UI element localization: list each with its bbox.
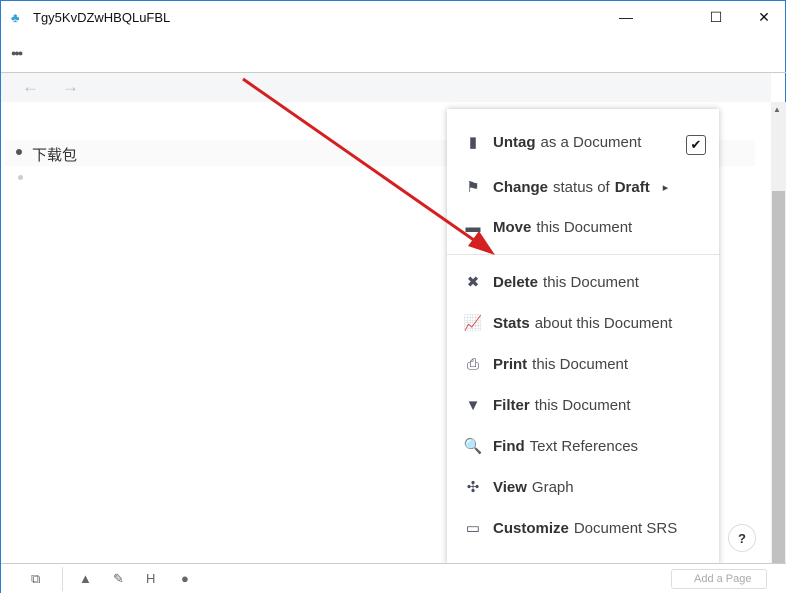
documents-icon[interactable]: ⧉ — [31, 571, 40, 587]
menu-item-find[interactable]: 🔍 Find Text References — [447, 431, 719, 461]
menu-item-action: Stats — [493, 314, 530, 332]
add-page-search[interactable]: Add a Page — [671, 569, 767, 589]
menu-item-label: this Document — [536, 218, 633, 236]
menu-item-action: Move — [493, 218, 532, 236]
brush-icon[interactable]: ✎ — [113, 571, 124, 587]
forward-button[interactable]: → — [62, 77, 79, 97]
menu-item-label: this Document — [534, 396, 631, 414]
menu-item-label: Document SRS — [573, 519, 678, 537]
file-icon: ▮ — [468, 134, 478, 151]
menu-item-label: status of — [553, 178, 610, 196]
menu-item-action: Filter — [493, 396, 530, 414]
scrollbar-thumb[interactable] — [772, 191, 785, 579]
navigation-bar — [1, 73, 771, 102]
scroll-up-icon[interactable]: ▲ — [773, 105, 781, 114]
menu-item-action: Untag — [493, 133, 536, 151]
minimize-button[interactable]: — — [603, 1, 649, 33]
menu-divider — [447, 254, 719, 255]
warning-icon[interactable]: ▲ — [79, 571, 92, 586]
menu-item-label: this Document — [532, 355, 629, 373]
search-icon: 🔍 — [463, 438, 483, 455]
menu-item-filter[interactable]: ▼ Filter this Document — [447, 390, 719, 420]
bullet-icon[interactable] — [16, 149, 22, 155]
status-value: Draft — [614, 178, 650, 196]
maximize-button[interactable]: ☐ — [693, 1, 739, 33]
menu-item-action: Change — [493, 178, 549, 196]
menu-item-label: Text References — [529, 437, 639, 455]
times-icon: ✖ — [466, 274, 480, 291]
menu-item-label: this Document — [543, 273, 639, 291]
print-icon: ⎙ — [466, 355, 479, 373]
graph-icon: ✣ — [466, 479, 480, 496]
menu-item-label: Graph — [531, 478, 574, 496]
menu-item-action: Customize — [493, 519, 569, 537]
more-menu-button[interactable]: ●●● — [11, 48, 23, 58]
empty-bullet-icon[interactable] — [18, 175, 23, 180]
document-context-menu: ▮ Untag as a Document ✔ ⚑ Change status of Draf… — [447, 109, 719, 565]
help-button[interactable]: ? — [728, 524, 756, 552]
menu-item-action: Print — [493, 355, 528, 373]
menu-item-delete[interactable]: ✖ Delete this Document — [447, 267, 719, 297]
document-checkbox[interactable]: ✔ — [686, 135, 706, 155]
window-title: Tgy5KvDZwHBQLuFBL — [33, 9, 171, 25]
filter-icon: ▼ — [465, 396, 481, 414]
heading-icon[interactable]: H — [146, 571, 155, 586]
menu-item-stats[interactable]: 📈 Stats about this Document — [447, 308, 719, 338]
divider — [62, 567, 63, 591]
inbox-icon: ▭ — [465, 520, 481, 537]
menu-item-move[interactable]: ▬ Move this Document — [447, 212, 719, 242]
menu-item-customize[interactable]: ▭ Customize Document SRS — [447, 513, 719, 543]
menu-item-change[interactable]: ⚑ Change status of Draft ▸ — [447, 172, 719, 202]
line-chart-icon: 📈 — [463, 315, 483, 332]
folder-icon: ▬ — [465, 218, 481, 236]
block-text[interactable]: 下载包 — [32, 144, 77, 165]
menu-item-label: as a Document — [540, 133, 642, 151]
menu-item-action: Delete — [493, 273, 539, 291]
menu-item-label: about this Document — [534, 314, 673, 332]
menu-item-print[interactable]: ⎙ Print this Document — [447, 349, 719, 379]
submenu-chevron-icon: ▸ — [662, 181, 669, 194]
circle-icon[interactable]: ● — [181, 571, 189, 586]
app-logo-icon: ♣ — [11, 10, 20, 25]
back-button[interactable]: ← — [22, 77, 39, 97]
menu-item-view[interactable]: ✣ View Graph — [447, 472, 719, 502]
checkered-flag-icon: ⚑ — [466, 179, 480, 196]
title-bar: ♣ Tgy5KvDZwHBQLuFBL — [1, 1, 786, 33]
close-button[interactable]: ✕ — [741, 1, 786, 33]
menu-item-action: Find — [493, 437, 525, 455]
menu-item-action: View — [493, 478, 527, 496]
menu-item-untag[interactable]: ▮ Untag as a Document — [447, 127, 719, 157]
